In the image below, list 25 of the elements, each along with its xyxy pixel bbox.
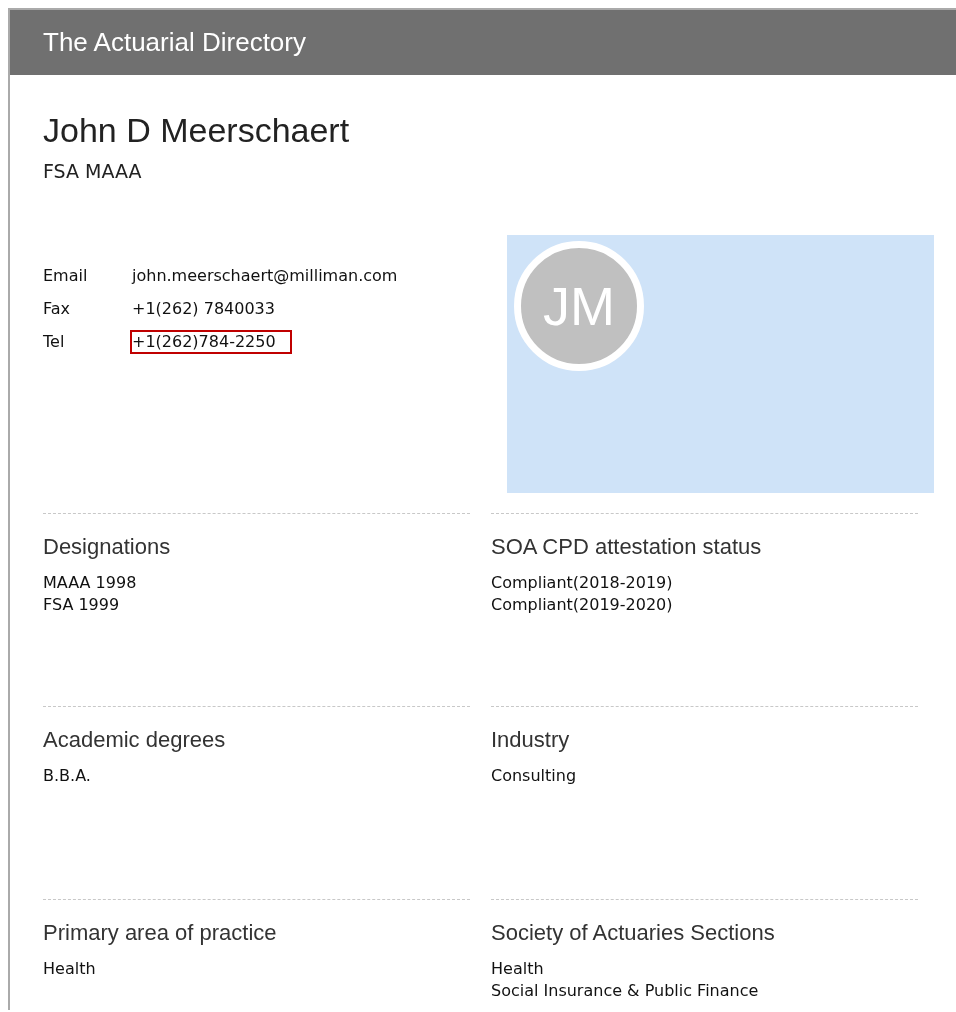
section-item: Social Insurance & Public Finance <box>491 980 760 1002</box>
section-heading: SOA CPD attestation status <box>491 534 763 560</box>
section-heading: Society of Actuaries Sections <box>491 920 776 946</box>
section-item: MAAA 1998 <box>43 572 138 594</box>
section-heading: Academic degrees <box>43 727 227 753</box>
section-item: FSA 1999 <box>43 594 121 616</box>
section-item: Consulting <box>491 765 578 787</box>
section-item: Compliant(2018-2019) <box>491 572 674 594</box>
section-item: Health <box>43 958 97 980</box>
avatar: JM <box>514 241 644 371</box>
section-item: B.B.A. <box>43 765 92 787</box>
section-item: Compliant(2019-2020) <box>491 594 674 616</box>
contact-value: john.meerschaert@milliman.com <box>132 266 398 287</box>
contact-value: +1(262)784-2250 <box>132 332 290 352</box>
section-item: Health <box>491 958 545 980</box>
contact-value: +1(262) 7840033 <box>132 299 275 320</box>
credentials: FSA MAAA <box>43 160 143 182</box>
site-title: The Actuarial Directory <box>43 27 306 58</box>
contact-label: Fax <box>43 299 71 320</box>
person-name: John D Meerschaert <box>43 111 351 150</box>
section-heading: Designations <box>43 534 172 560</box>
contact-label: Tel <box>43 332 66 353</box>
contact-label: Email <box>43 266 89 287</box>
section-heading: Primary area of practice <box>43 920 278 946</box>
section-heading: Industry <box>491 727 571 753</box>
